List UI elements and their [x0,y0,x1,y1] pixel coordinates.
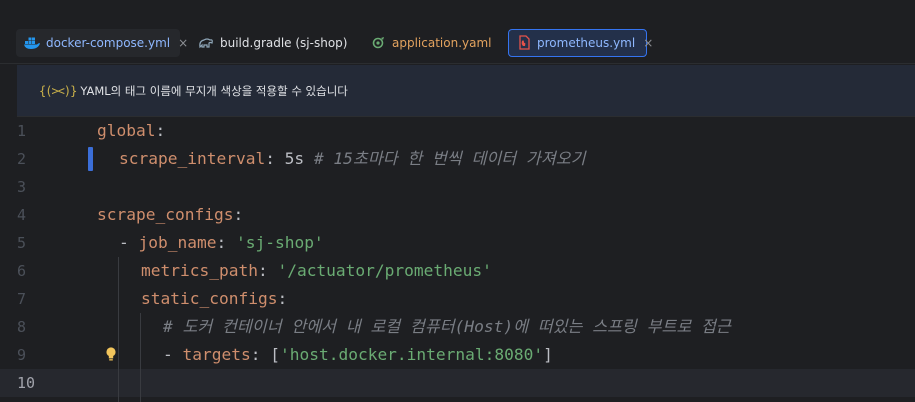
code-line-9[interactable]: - targets: ['host.docker.internal:8080'] [163,341,553,369]
tab-prometheus-yml[interactable]: prometheus.yml × [508,29,653,57]
tab-application-yaml[interactable]: application.yaml [362,29,500,57]
line-number: 6 [17,262,27,280]
prometheus-file-icon [517,35,531,51]
yaml-colon: : [233,205,244,224]
code-line-6[interactable]: metrics_path: '/actuator/prometheus' [141,257,492,285]
yaml-colon: : [277,289,288,308]
yaml-bracket: ] [543,345,553,364]
yaml-key: scrape_interval [119,149,266,168]
line-number: 7 [17,290,27,308]
yaml-key: targets [182,345,251,364]
line-number: 5 [17,234,27,252]
line-number: 8 [17,318,27,336]
code-line-7[interactable]: static_configs: [141,285,287,313]
indent-guide [118,257,119,402]
close-icon[interactable]: × [643,36,653,50]
editor-tab-bar: docker-compose.yml × build.gradle (sj-sh… [0,22,915,64]
code-line-8[interactable]: # 도커 컨테이너 안에서 내 로컬 컴퓨터(Host)에 떠있는 스프링 부트… [163,313,731,341]
code-line-2[interactable]: scrape_interval: 5s # 15초마다 한 번씩 데이터 가져오… [119,145,586,173]
line-number: 2 [17,150,27,168]
tab-docker-compose[interactable]: docker-compose.yml × [16,29,188,57]
yaml-colon: : [257,261,268,280]
editor-left-strip [0,117,17,402]
yaml-string: 'host.docker.internal:8080' [279,345,544,364]
rainbow-tag-icon: {(><)} [39,83,77,98]
code-line-4[interactable]: scrape_configs: [97,201,243,229]
tab-label: docker-compose.yml [46,36,171,50]
tab-label: prometheus.yml [537,36,636,50]
docker-icon [24,35,40,51]
yaml-key: scrape_configs [97,205,234,224]
lightbulb-icon[interactable] [104,346,118,362]
yaml-string: '/actuator/prometheus' [277,261,492,280]
spring-config-icon [370,35,386,51]
tab-build-gradle[interactable]: build.gradle (sj-shop) [190,29,350,57]
close-icon[interactable]: × [178,36,188,50]
yaml-key: job_name [138,233,217,252]
yaml-bracket: [ [260,345,280,364]
yaml-dash: - [163,345,183,364]
line-number: 10 [17,374,36,392]
tab-label: application.yaml [392,36,492,50]
indent-guide [140,313,141,402]
yaml-key: metrics_path [141,261,258,280]
yaml-value: 5s [274,149,305,168]
code-editor[interactable]: 1 2 3 4 5 6 7 8 9 10 global: scrape_inte… [0,117,915,402]
line-number: 9 [17,346,27,364]
line-number: 4 [17,206,27,224]
window-top-bar [0,0,915,22]
current-line-highlight [0,369,915,397]
yaml-key: global [97,121,156,140]
line-number: 3 [17,178,27,196]
yaml-key: static_configs [141,289,278,308]
yaml-string: 'sj-shop' [235,233,324,252]
yaml-comment: # 15초마다 한 번씩 데이터 가져오기 [313,149,586,168]
code-line-1[interactable]: global: [97,117,165,145]
yaml-colon: : [265,149,275,168]
yaml-dash: - [119,233,139,252]
line-number: 1 [17,122,27,140]
code-line-5[interactable]: - job_name: 'sj-shop' [119,229,324,257]
yaml-colon: : [155,121,166,140]
tab-label: build.gradle (sj-shop) [220,36,348,50]
yaml-comment: # 도커 컨테이너 안에서 내 로컬 컴퓨터(Host)에 떠있는 스프링 부트… [163,317,731,336]
vcs-change-marker[interactable] [88,147,93,171]
gradle-elephant-icon [198,35,214,51]
tip-banner: {(><)} YAML의 태그 이름에 무지개 색상을 적용할 수 있습니다 [17,65,915,117]
banner-text: YAML의 태그 이름에 무지개 색상을 적용할 수 있습니다 [80,83,348,98]
yaml-colon: : [216,233,227,252]
